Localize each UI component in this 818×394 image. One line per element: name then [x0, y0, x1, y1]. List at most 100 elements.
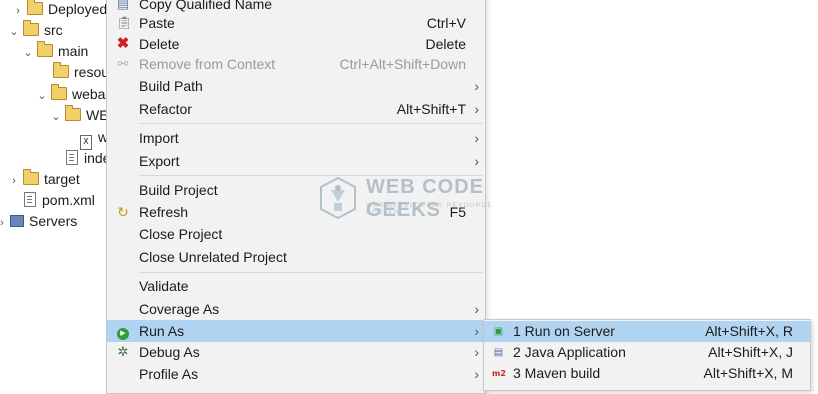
submenu-arrow-icon: ›: [474, 344, 479, 360]
submenu-arrow-icon: ›: [474, 153, 479, 169]
tree-item-main[interactable]: ⌄ main: [22, 41, 88, 62]
submenu-item-run-on-server[interactable]: ▣ 1 Run on Server Alt+Shift+X, R: [484, 321, 810, 342]
menu-item-label: Debug As: [139, 344, 200, 360]
menu-item-label: Coverage As: [139, 301, 220, 317]
menu-item-run-as[interactable]: ▶ Run As ›: [107, 320, 485, 342]
menu-item-debug-as[interactable]: ✲ Debug As ›: [107, 341, 485, 363]
folder-icon: [37, 41, 53, 57]
submenu-item-maven-build[interactable]: m2 3 Maven build Alt+Shift+X, M: [484, 363, 810, 384]
tree-item-label: main: [58, 43, 89, 59]
server-run-icon: ▣: [493, 326, 504, 337]
run-icon: ▶: [116, 324, 130, 340]
tree-item-target[interactable]: › target: [8, 169, 80, 190]
tree-item-web-xml[interactable]: Xw: [76, 127, 108, 150]
delete-icon: ✖: [116, 35, 130, 52]
menu-item-close-unrelated-project[interactable]: Close Unrelated Project: [107, 246, 485, 268]
run-as-submenu: ▣ 1 Run on Server Alt+Shift+X, R ▤ 2 Jav…: [483, 319, 811, 391]
menu-item-shortcut: Ctrl+V: [426, 15, 466, 31]
menu-item-label: Build Project: [139, 182, 218, 198]
menu-item-label: Import: [139, 130, 179, 146]
collapse-icon[interactable]: ⌄: [22, 43, 34, 64]
tree-item-label: target: [44, 171, 80, 187]
menu-item-remove-from-context[interactable]: ⚯ Remove from Context Ctrl+Alt+Shift+Dow…: [107, 53, 485, 75]
web-code-geeks-watermark: WEB CODE GEEKS WEB DEVELOPERS RESOURCE C…: [318, 176, 508, 221]
expand-icon[interactable]: ›: [8, 171, 20, 192]
tree-item-label: Servers: [29, 213, 78, 229]
menu-item-close-project[interactable]: Close Project: [107, 223, 485, 245]
submenu-item-shortcut: Alt+Shift+X, J: [708, 344, 793, 360]
menu-item-label: Run As: [139, 323, 185, 339]
menu-item-delete[interactable]: ✖ Delete Delete: [107, 33, 485, 55]
folder-icon: [65, 105, 81, 121]
menu-item-label: Remove from Context: [139, 56, 276, 72]
menu-separator: [139, 123, 483, 124]
tree-item-servers[interactable]: › Servers: [0, 211, 77, 232]
tree-item-label: resour: [74, 64, 108, 80]
menu-item-label: Paste: [139, 15, 175, 31]
menu-item-shortcut: Delete: [425, 36, 466, 52]
folder-icon: [23, 169, 39, 185]
refresh-icon: ↻: [117, 204, 129, 220]
tree-item-webapp[interactable]: ⌄ webap: [36, 84, 108, 105]
remove-context-icon: ⚯: [117, 56, 129, 71]
folder-icon: [23, 20, 39, 36]
submenu-arrow-icon: ›: [474, 323, 479, 339]
menu-item-coverage-as[interactable]: Coverage As ›: [107, 298, 485, 320]
collapse-icon[interactable]: ⌄: [50, 107, 62, 128]
tree-item-label: src: [44, 22, 63, 38]
menu-item-label: Delete: [139, 36, 180, 52]
submenu-item-shortcut: Alt+Shift+X, R: [705, 323, 793, 339]
project-explorer-tree: › Deployed R ⌄ src ⌄ main resour ⌄ webap ⌄ WE…: [0, 0, 108, 382]
menu-item-paste[interactable]: 📋︎ Paste Ctrl+V: [107, 12, 485, 34]
tree-item-label: inde: [84, 150, 108, 166]
tree-item-src[interactable]: ⌄ src: [8, 20, 63, 41]
deployed-resources-icon: [27, 0, 43, 15]
tree-item-index[interactable]: inde: [62, 148, 108, 169]
web-code-geeks-logo-icon: [320, 176, 356, 220]
tree-item-deployed-resources[interactable]: › Deployed R: [12, 0, 108, 20]
submenu-item-java-application[interactable]: ▤ 2 Java Application Alt+Shift+X, J: [484, 342, 810, 363]
tree-item-web-inf[interactable]: ⌄ WEB: [50, 105, 108, 126]
java-app-icon: ▤: [493, 347, 504, 358]
submenu-item-label: 3 Maven build: [513, 365, 601, 381]
menu-separator: [139, 272, 483, 273]
menu-item-label: Refresh: [139, 204, 189, 220]
menu-item-validate[interactable]: Validate: [107, 275, 485, 297]
menu-item-label: Validate: [139, 278, 189, 294]
collapse-icon[interactable]: ⌄: [8, 22, 20, 43]
menu-item-label: Refactor: [139, 101, 192, 117]
menu-item-label: Close Unrelated Project: [139, 249, 287, 265]
maven-icon: m2: [492, 369, 506, 378]
tree-item-label: WEB: [86, 107, 108, 123]
menu-item-label: Close Project: [139, 226, 223, 242]
submenu-item-label: 1 Run on Server: [513, 323, 615, 339]
submenu-arrow-icon: ›: [474, 101, 479, 117]
menu-item-label: Export: [139, 153, 180, 169]
tree-item-pom-xml[interactable]: pom.xml: [20, 190, 95, 211]
menu-item-refactor[interactable]: Refactor Alt+Shift+T ›: [107, 98, 485, 120]
menu-item-export[interactable]: Export ›: [107, 150, 485, 172]
submenu-item-shortcut: Alt+Shift+X, M: [703, 365, 793, 381]
copy-icon: ▤: [116, 0, 130, 11]
servers-icon: [10, 215, 24, 227]
file-icon: [66, 150, 78, 165]
menu-item-label: Build Path: [139, 78, 203, 94]
tree-item-label: Deployed R: [48, 1, 108, 17]
tree-item-resources[interactable]: resour: [50, 62, 108, 83]
collapse-icon[interactable]: ⌄: [36, 86, 48, 107]
submenu-arrow-icon: ›: [474, 301, 479, 317]
menu-item-import[interactable]: Import ›: [107, 127, 485, 149]
submenu-arrow-icon: ›: [474, 130, 479, 146]
menu-item-shortcut: Ctrl+Alt+Shift+Down: [339, 56, 466, 72]
submenu-item-label: 2 Java Application: [513, 344, 626, 360]
tree-item-label: pom.xml: [42, 192, 95, 208]
debug-icon: ✲: [117, 344, 129, 359]
menu-item-build-path[interactable]: Build Path ›: [107, 75, 485, 97]
expand-icon[interactable]: ›: [0, 213, 8, 234]
file-icon: [24, 192, 36, 207]
folder-icon: [51, 84, 67, 100]
folder-icon: [53, 62, 69, 78]
tree-item-label: webap: [72, 86, 108, 102]
expand-icon[interactable]: ›: [12, 1, 24, 22]
menu-item-shortcut: Alt+Shift+T: [396, 101, 466, 117]
